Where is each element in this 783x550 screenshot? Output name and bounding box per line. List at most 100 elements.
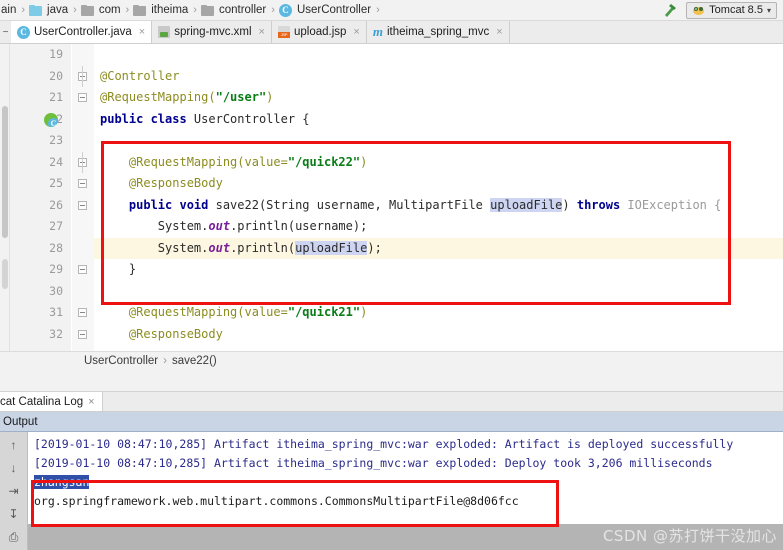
java-class-icon: C — [278, 3, 292, 17]
output-panel-header[interactable]: Output — [0, 412, 783, 432]
line-number: 32 — [49, 326, 63, 341]
chevron-right-icon: › — [163, 354, 167, 367]
soft-wrap-icon[interactable]: ⇥ — [6, 484, 22, 498]
tab-scroll-left-icon[interactable]: − — [0, 21, 11, 43]
line-number: 29 — [49, 262, 63, 276]
fold-toggle-icon[interactable] — [78, 200, 87, 210]
chevron-right-icon: › — [73, 4, 77, 16]
scroll-to-end-icon[interactable]: ↧ — [6, 507, 22, 521]
code-line: @RequestMapping(value="/quick21") — [94, 302, 783, 324]
breadcrumb-item-com[interactable]: com › — [80, 4, 133, 16]
code-token: .println(username); — [230, 219, 368, 233]
tab-spring-mvc-xml[interactable]: spring-mvc.xml × — [152, 21, 272, 43]
run-class-gutter-icon[interactable] — [44, 112, 58, 127]
navbar-right-controls: Tomcat 8.5 ▾ — [662, 1, 783, 19]
annotation-token: @Controller — [100, 68, 180, 83]
xml-file-icon — [158, 26, 171, 38]
hammer-icon[interactable] — [662, 2, 678, 18]
console-line: [2019-01-10 08:47:10,285] Artifact ithei… — [34, 456, 713, 470]
breadcrumb-class[interactable]: UserController — [84, 355, 158, 367]
line-number: 30 — [49, 283, 63, 298]
code-text-area[interactable]: @Controller @RequestMapping("/user") pub… — [94, 44, 783, 351]
code-line: @ResponseBody — [94, 324, 783, 346]
line-number: 26 — [49, 197, 63, 212]
static-field-token: out — [208, 240, 231, 255]
breadcrumb-item-main[interactable]: ain › — [0, 4, 29, 16]
breadcrumb-item-java[interactable]: java › — [29, 4, 81, 16]
breadcrumb-item-usercontroller[interactable]: C UserController › — [278, 3, 384, 17]
scroll-up-icon[interactable]: ↑ — [6, 438, 22, 452]
breadcrumb-method[interactable]: save22() — [172, 355, 217, 367]
fold-toggle-icon[interactable] — [78, 329, 87, 339]
print-icon[interactable]: ⎙ — [6, 530, 22, 544]
console-toolbar: ↑ ↓ ⇥ ↧ ⎙ — [0, 432, 28, 550]
string-token: "/quick21" — [287, 305, 361, 319]
run-configuration-label: Tomcat 8.5 — [709, 4, 763, 16]
chevron-right-icon: › — [21, 4, 26, 16]
annotation-token: ) — [360, 305, 368, 319]
chevron-right-icon: › — [271, 4, 275, 16]
tab-upload-jsp[interactable]: upload.jsp × — [271, 21, 367, 43]
folder-grey-icon — [80, 4, 94, 16]
code-token: .println( — [230, 240, 296, 255]
tool-window-tab-row: cat Catalina Log × — [0, 391, 783, 412]
string-token: "/quick22" — [287, 154, 361, 169]
run-configuration-selector[interactable]: Tomcat 8.5 ▾ — [686, 1, 777, 19]
scroll-down-icon[interactable]: ↓ — [6, 461, 22, 475]
method-signature-token: save22(String username, MultipartFile — [215, 197, 491, 212]
line-number: 28 — [49, 240, 63, 255]
watermark: CSDN @苏打饼干没加心 — [602, 527, 777, 545]
tab-label: UserController.java — [34, 26, 132, 38]
breadcrumb-label: controller — [218, 4, 267, 16]
close-icon[interactable]: × — [353, 26, 359, 38]
code-line: public void save22(String username, Mult… — [94, 195, 783, 217]
code-editor[interactable]: 19 20 21 22 23 24 25 26 27 28 29 30 31 3… — [0, 44, 783, 351]
breadcrumb-label: itheima — [151, 4, 189, 16]
parameter-token: uploadFile — [490, 197, 563, 212]
close-icon[interactable]: × — [88, 396, 94, 408]
annotation-token: @RequestMapping(value= — [100, 154, 288, 169]
chevron-right-icon: › — [125, 4, 130, 16]
close-icon[interactable]: × — [259, 26, 265, 38]
fold-toggle-icon[interactable] — [78, 179, 87, 188]
parameter-token: uploadFile — [295, 240, 368, 255]
close-icon[interactable]: × — [139, 26, 145, 38]
line-number: 27 — [49, 219, 63, 233]
annotation-token: ) — [360, 154, 368, 169]
breadcrumb-label: ain — [1, 4, 17, 16]
console-panel: ↑ ↓ ⇥ ↧ ⎙ [2019-01-10 08:47:10,285] Arti… — [0, 432, 783, 550]
code-line: @RequestMapping(value="/quick22") — [94, 152, 783, 174]
editor-scrollbar-thumb[interactable] — [2, 106, 8, 238]
code-folding-strip — [72, 44, 94, 351]
fold-toggle-icon[interactable] — [78, 308, 87, 317]
breadcrumb-item-controller[interactable]: controller › — [200, 4, 279, 16]
editor-scrollbar-thumb-secondary[interactable] — [2, 259, 8, 289]
fold-toggle-icon[interactable] — [78, 265, 87, 274]
console-selected-text: zhangsan — [34, 475, 90, 489]
java-class-icon: C — [17, 25, 30, 39]
breadcrumb-item-itheima[interactable]: itheima › — [133, 4, 201, 16]
code-line: @RequestMapping("/user") — [94, 87, 783, 109]
code-token: ) — [562, 197, 577, 212]
string-token: "/user" — [215, 90, 267, 104]
tab-catalina-log[interactable]: cat Catalina Log × — [0, 392, 103, 411]
code-line: } — [100, 262, 137, 276]
fold-toggle-icon[interactable] — [78, 93, 87, 102]
tool-tab-label: cat Catalina Log — [0, 395, 84, 408]
code-line: public class UserController { — [94, 109, 783, 131]
keyword-token: public void — [100, 197, 216, 212]
tab-itheima-spring-mvc[interactable]: m itheima_spring_mvc × — [366, 21, 510, 43]
keyword-token: public class — [100, 111, 194, 126]
line-number-gutter: 19 20 21 22 23 24 25 26 27 28 29 30 31 3… — [10, 44, 72, 351]
breadcrumb-label: UserController — [296, 4, 372, 16]
line-number: 25 — [49, 176, 63, 190]
folder-grey-icon — [200, 4, 214, 16]
tab-usercontroller-java[interactable]: C UserController.java × — [11, 21, 153, 43]
tab-label: itheima_spring_mvc — [386, 26, 490, 38]
chevron-right-icon: › — [376, 4, 380, 16]
code-token: System. — [100, 219, 209, 233]
code-line: System.out.println(username); — [94, 216, 783, 238]
annotation-token: @ResponseBody — [100, 326, 223, 341]
code-token: ); — [367, 240, 382, 255]
close-icon[interactable]: × — [496, 26, 502, 38]
